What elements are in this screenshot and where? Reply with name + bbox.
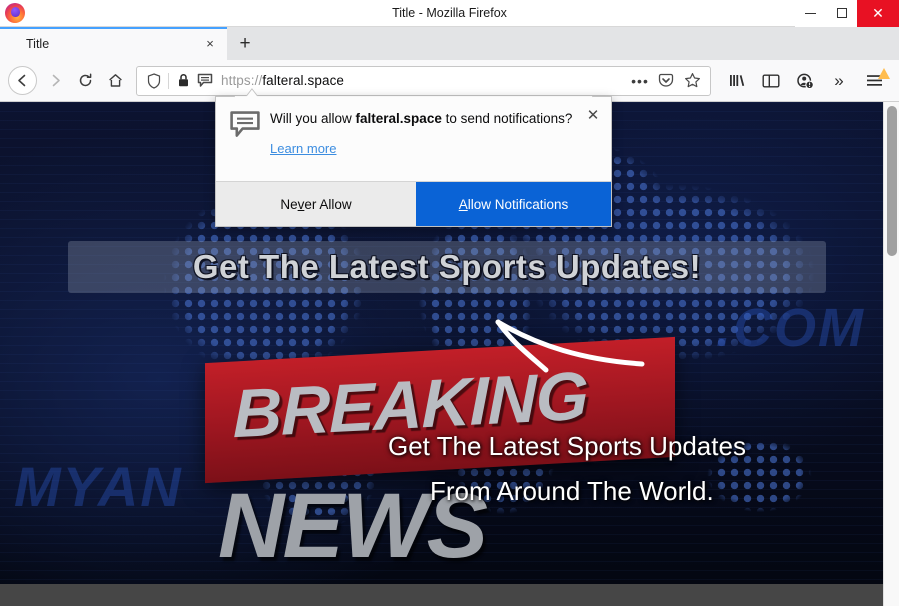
vertical-scroll-thumb[interactable] xyxy=(887,106,897,256)
title-bar: Title - Mozilla Firefox ✕ xyxy=(0,0,899,27)
close-button[interactable]: ✕ xyxy=(857,0,899,27)
never-allow-pre: Ne xyxy=(280,196,298,212)
url-scheme: https:// xyxy=(221,73,263,88)
maximize-icon xyxy=(836,8,847,18)
popup-body: Will you allow falteral.space to send no… xyxy=(216,97,611,181)
minimize-button[interactable] xyxy=(795,0,826,27)
subheading-line-1: Get The Latest Sports Updates xyxy=(388,431,746,461)
window-controls: ✕ xyxy=(795,0,899,27)
toolbar-buttons: » xyxy=(721,66,891,96)
padlock-icon[interactable] xyxy=(172,73,194,88)
page-footer-bar xyxy=(0,584,883,606)
account-sync-icon[interactable] xyxy=(789,66,821,96)
never-allow-post: er Allow xyxy=(304,196,352,212)
headline-banner: Get The Latest Sports Updates! xyxy=(68,241,826,293)
url-host: falteral.space xyxy=(262,73,345,88)
new-tab-button[interactable]: + xyxy=(227,27,263,60)
allow-post: llow Notifications xyxy=(467,196,569,212)
urlbar-divider xyxy=(168,72,169,89)
popup-question-suffix: to send notifications? xyxy=(441,111,573,126)
never-allow-accesskey: v xyxy=(297,196,305,212)
browser-window: Title - Mozilla Firefox ✕ Title × + http… xyxy=(0,0,899,606)
allow-notifications-button[interactable]: Allow Notifications xyxy=(416,182,611,226)
forward-arrow-icon[interactable] xyxy=(40,66,70,96)
popup-action-buttons: Ne v er Allow Allow Notifications xyxy=(216,181,611,226)
url-text[interactable]: https://falteral.space xyxy=(221,73,628,88)
popup-question: Will you allow falteral.space to send no… xyxy=(270,109,599,128)
popup-question-prefix: Will you allow xyxy=(270,111,356,126)
star-bookmark-icon[interactable] xyxy=(680,69,704,93)
reload-icon[interactable] xyxy=(70,66,100,96)
home-icon[interactable] xyxy=(100,66,130,96)
back-arrow-icon[interactable] xyxy=(8,66,37,95)
learn-more-link[interactable]: Learn more xyxy=(270,141,336,156)
notification-bubble-icon xyxy=(230,109,270,181)
tab-close-icon[interactable]: × xyxy=(201,35,219,53)
sidebar-icon[interactable] xyxy=(755,66,787,96)
maximize-button[interactable] xyxy=(826,0,857,27)
headline-text: Get The Latest Sports Updates! xyxy=(192,248,702,285)
tracking-protection-shield-icon[interactable] xyxy=(143,72,165,89)
library-icon[interactable] xyxy=(721,66,753,96)
urlbar-actions: ••• xyxy=(628,69,704,93)
close-icon: ✕ xyxy=(872,4,884,21)
window-title: Title - Mozilla Firefox xyxy=(392,5,507,20)
popup-close-icon[interactable]: ✕ xyxy=(584,106,602,124)
minimize-icon xyxy=(805,12,816,14)
subheading-line-2: From Around The World. xyxy=(430,476,714,506)
notification-permission-icon[interactable] xyxy=(194,73,216,88)
firefox-logo-icon xyxy=(4,2,26,24)
overflow-chevron-icon[interactable]: » xyxy=(823,66,855,96)
address-bar[interactable]: https://falteral.space ••• xyxy=(136,65,711,96)
tab-label: Title xyxy=(26,36,50,51)
never-allow-button[interactable]: Ne v er Allow xyxy=(216,182,416,226)
page-actions-icon[interactable]: ••• xyxy=(628,69,652,93)
notification-permission-popup: Will you allow falteral.space to send no… xyxy=(215,88,612,227)
curved-arrow-pointing-to-allow-button xyxy=(495,319,645,373)
tab-strip: Title × + xyxy=(0,27,899,60)
tab-title[interactable]: Title × xyxy=(0,27,227,60)
hamburger-menu-icon[interactable] xyxy=(857,66,891,96)
vertical-scrollbar[interactable] xyxy=(883,102,899,606)
pocket-icon[interactable] xyxy=(654,69,678,93)
popup-text-block: Will you allow falteral.space to send no… xyxy=(270,109,599,181)
update-warning-badge-icon xyxy=(878,67,890,79)
popup-question-domain: falteral.space xyxy=(355,111,442,126)
allow-accesskey: A xyxy=(458,196,468,212)
